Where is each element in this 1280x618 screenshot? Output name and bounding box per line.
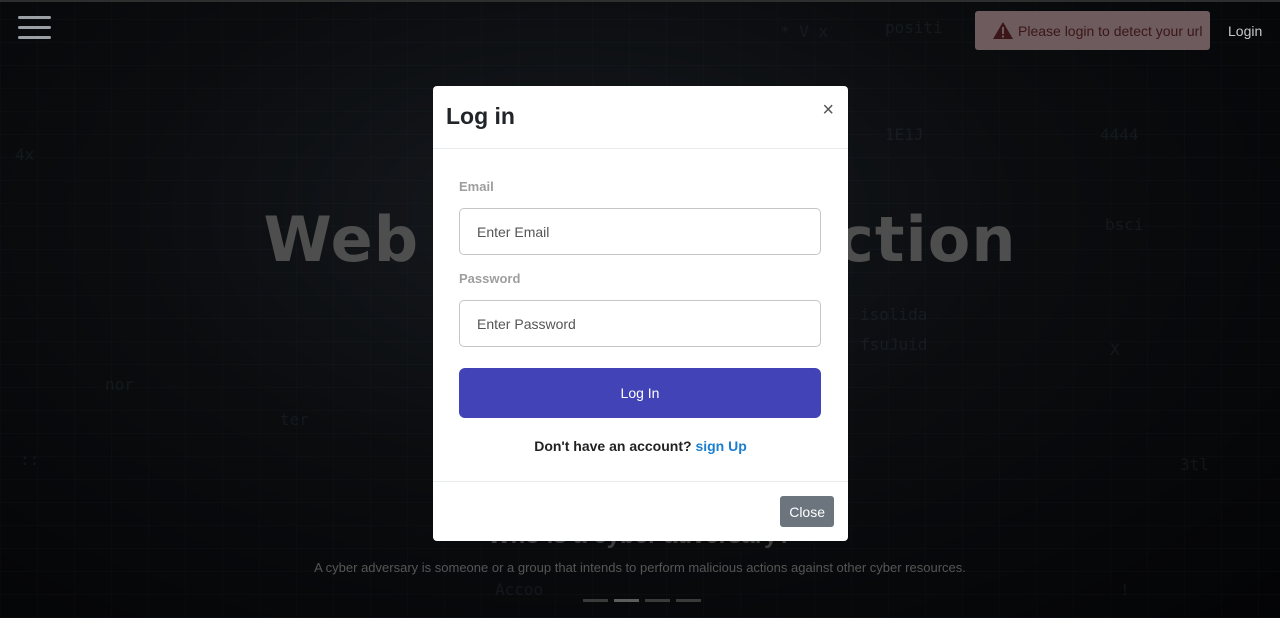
modal-title: Log in	[446, 103, 515, 129]
nav-login-link[interactable]: Login	[1228, 23, 1262, 39]
login-submit-button[interactable]: Log In	[459, 368, 821, 418]
signup-link[interactable]: sign Up	[695, 438, 746, 454]
close-icon[interactable]: ×	[822, 100, 834, 120]
signup-prompt: Don't have an account?	[534, 438, 692, 454]
hamburger-icon[interactable]	[18, 16, 51, 42]
password-label: Password	[459, 271, 521, 286]
signup-row: Don't have an account? sign Up	[433, 438, 848, 454]
alert-text: Please login to detect your url	[1018, 22, 1203, 39]
email-label: Email	[459, 179, 494, 194]
login-alert: Please login to detect your url	[975, 11, 1210, 50]
close-button[interactable]: Close	[780, 496, 834, 527]
password-field[interactable]	[459, 300, 821, 347]
email-field[interactable]	[459, 208, 821, 255]
modal-footer: Close	[433, 481, 848, 542]
login-modal: Log in × Email Password Log In Don't hav…	[433, 86, 848, 541]
modal-header: Log in ×	[433, 86, 848, 149]
warning-icon	[993, 22, 1013, 39]
